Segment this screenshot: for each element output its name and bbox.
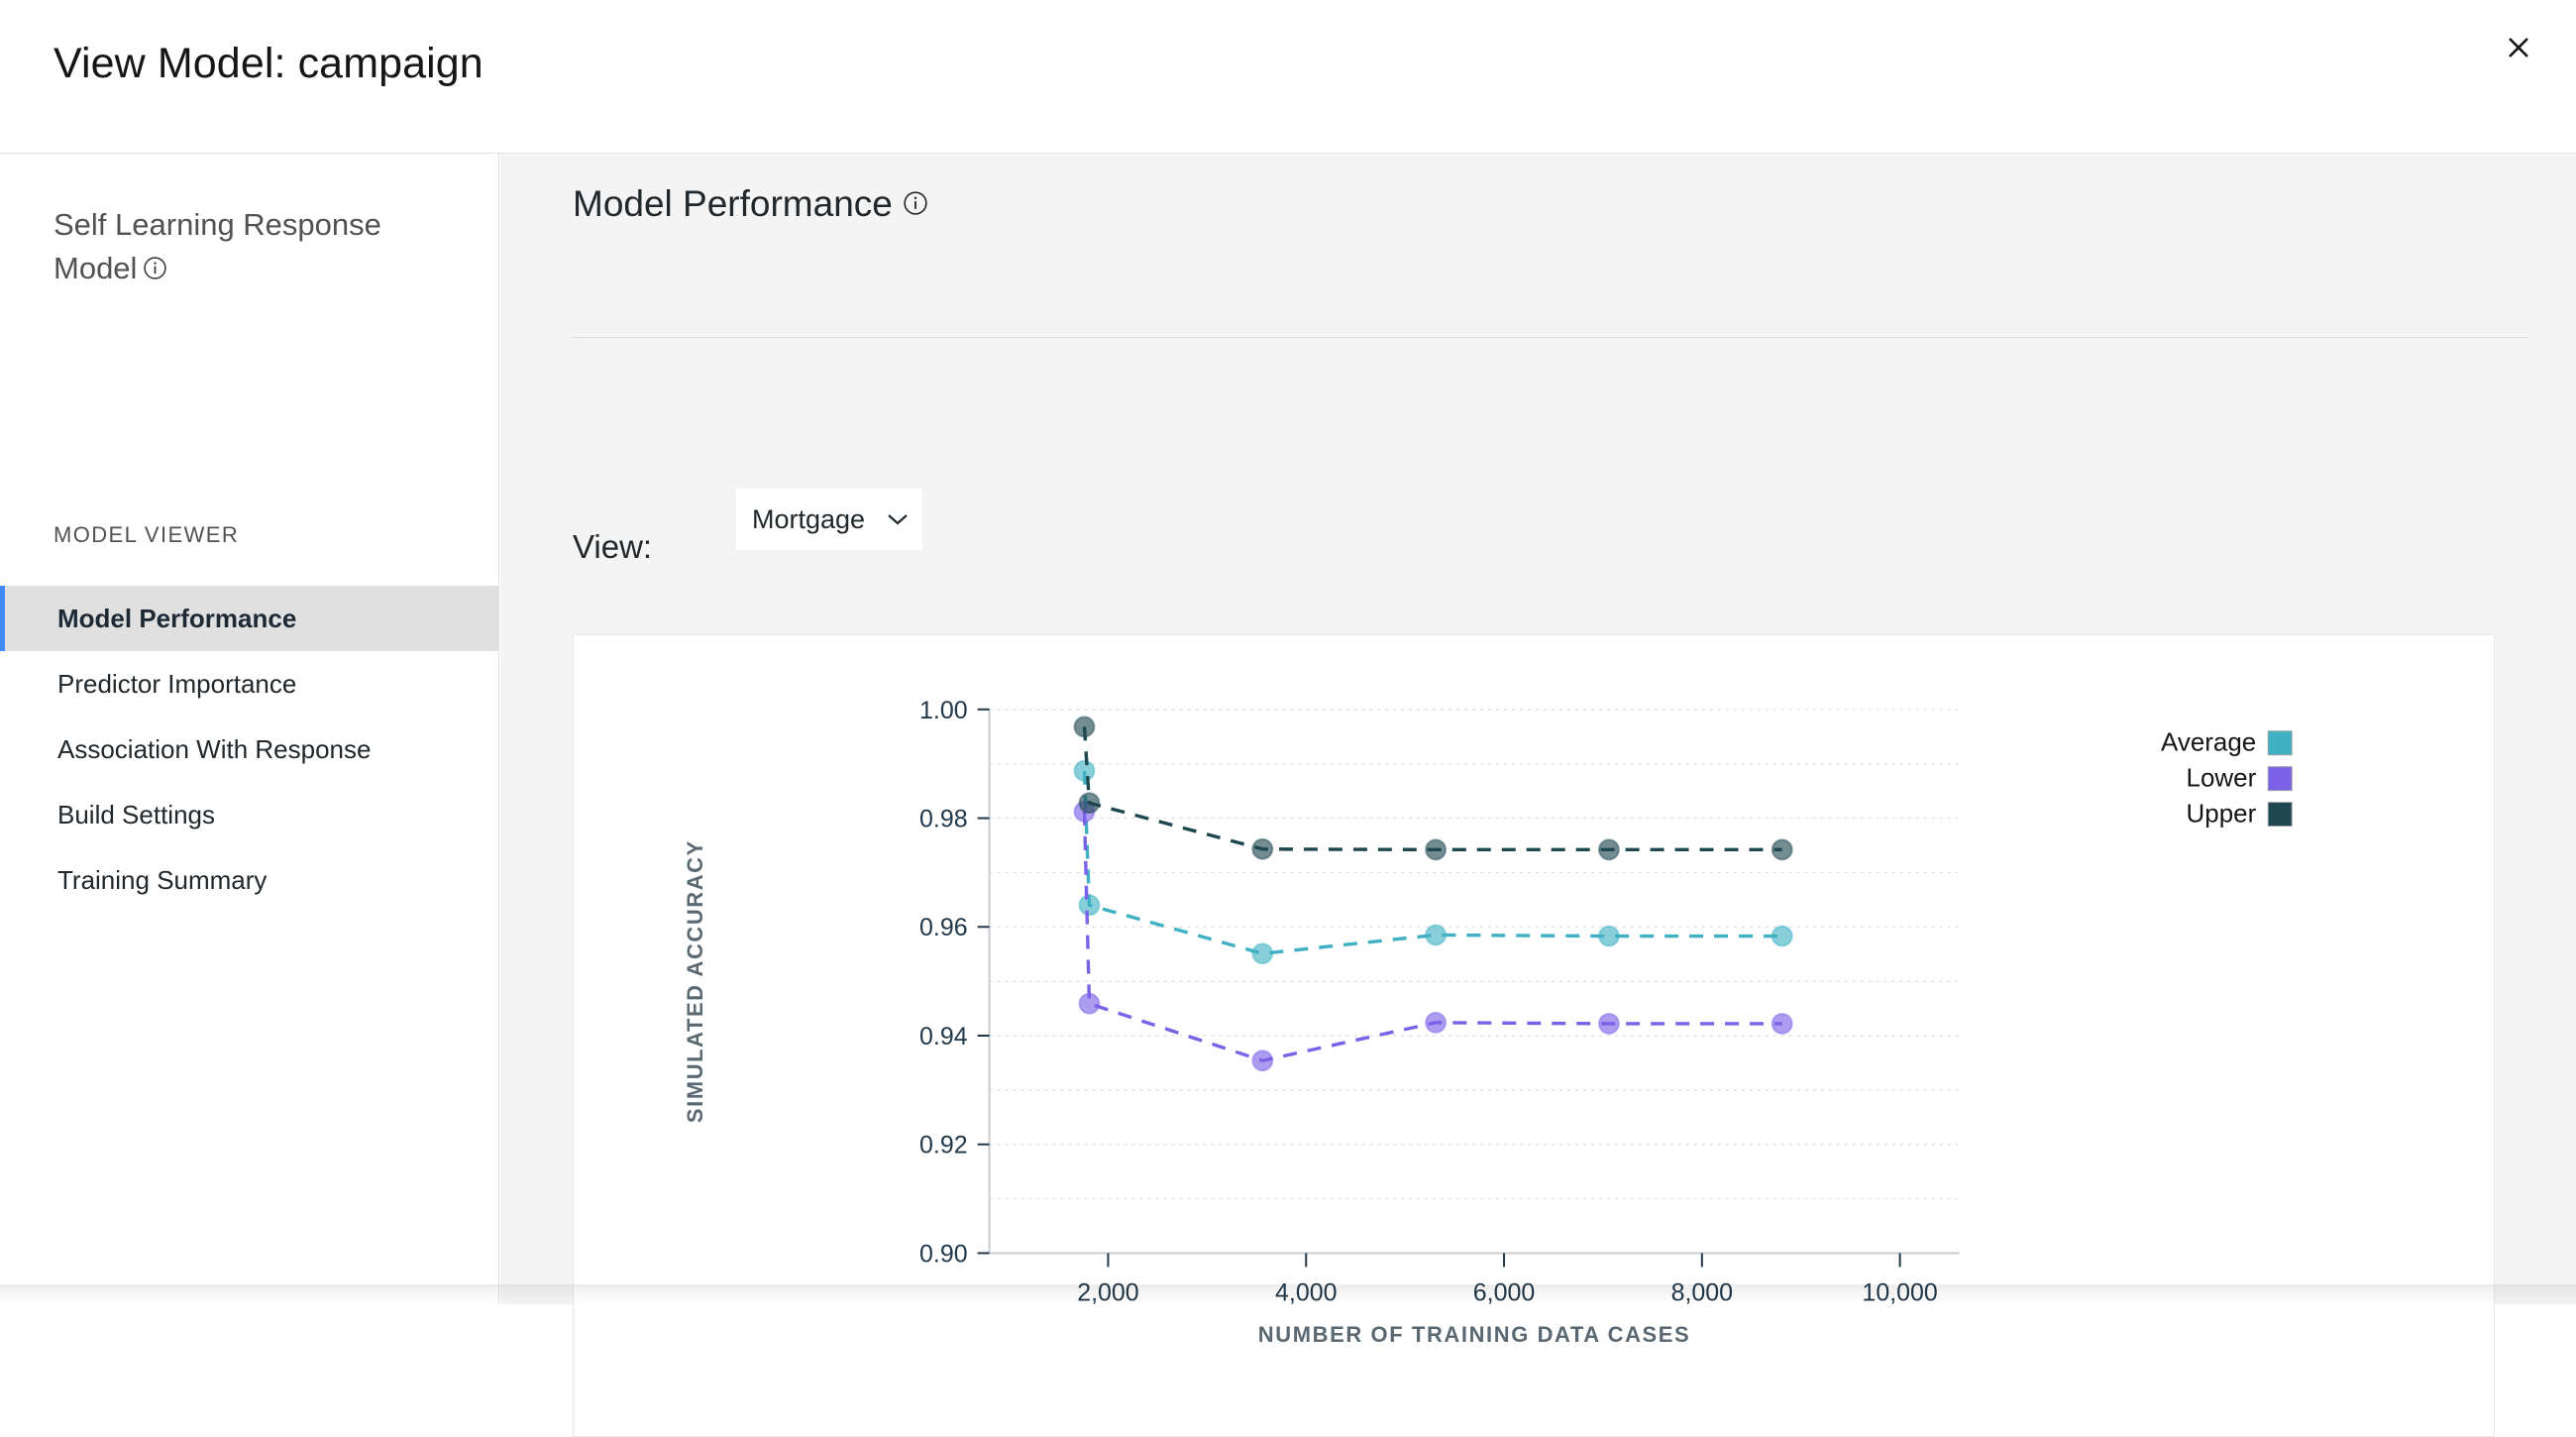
sidebar-heading: Self Learning Response Model	[54, 203, 430, 290]
main-content: Model Performance View: Mortgage 0.90 0.9…	[500, 154, 2576, 1437]
window-header: View Model: campaign	[0, 0, 2576, 154]
data-point-average[interactable]	[1425, 924, 1448, 946]
data-point-upper[interactable]	[1597, 838, 1620, 861]
x-axis-title: NUMBER OF TRAINING DATA CASES	[1258, 1322, 1691, 1347]
sidebar-item-model-performance[interactable]: Model Performance	[0, 586, 499, 651]
header-divider	[573, 337, 2529, 338]
main-section-title: Model Performance	[573, 183, 928, 225]
chart-axes	[977, 708, 1960, 1268]
data-point-average[interactable]	[1597, 925, 1620, 947]
view-dropdown[interactable]: Mortgage	[736, 489, 922, 550]
chart-legend[interactable]: Average Lower Upper	[2161, 729, 2293, 829]
y-axis-tick-label: 0.92	[919, 1132, 968, 1160]
sidebar-item-predictor-importance[interactable]: Predictor Importance	[0, 651, 499, 717]
data-point-lower[interactable]	[1425, 1011, 1448, 1034]
data-point-lower[interactable]	[1597, 1012, 1620, 1035]
info-icon[interactable]	[903, 183, 928, 215]
data-point-lower[interactable]	[1771, 1012, 1793, 1035]
sidebar-item-build-settings[interactable]: Build Settings	[0, 782, 499, 847]
y-axis-tick-label: 0.94	[919, 1023, 968, 1050]
legend-swatch-average[interactable]	[2267, 730, 2293, 756]
sidebar-item-association-with-response[interactable]: Association With Response	[0, 717, 499, 782]
y-axis-tick-label: 0.98	[919, 806, 968, 833]
chart-tick-labels: 0.900.920.940.960.981.002,0004,0006,0008…	[919, 697, 1938, 1307]
data-point-upper[interactable]	[1073, 716, 1096, 738]
legend-swatch-lower[interactable]	[2267, 766, 2293, 792]
chevron-down-icon	[887, 512, 922, 526]
y-axis-tick-label: 0.90	[919, 1240, 968, 1268]
chart-gridlines	[989, 709, 1960, 1255]
sidebar-item-label: Model Performance	[57, 603, 297, 633]
legend-label-average: Average	[2161, 729, 2256, 757]
data-point-average[interactable]	[1251, 942, 1274, 965]
data-point-upper[interactable]	[1771, 838, 1793, 861]
series-line-upper	[1082, 726, 1782, 852]
legend-swatch-upper[interactable]	[2267, 802, 2293, 828]
sidebar: Self Learning Response Model MODEL VIEWE…	[0, 154, 499, 1304]
info-icon[interactable]	[143, 249, 167, 279]
data-point-upper[interactable]	[1251, 837, 1274, 860]
close-icon[interactable]	[2491, 20, 2546, 75]
data-point-upper[interactable]	[1425, 838, 1448, 861]
bottom-shadow	[0, 1284, 2576, 1304]
data-point-upper[interactable]	[1078, 792, 1101, 815]
data-point-lower[interactable]	[1078, 992, 1101, 1015]
page-title: View Model: campaign	[54, 40, 483, 87]
chart-series	[1073, 716, 1793, 1072]
sidebar-item-label: Training Summary	[57, 864, 268, 895]
y-axis-tick-label: 1.00	[919, 697, 968, 724]
main-section-title-text: Model Performance	[573, 183, 893, 224]
legend-label-upper: Upper	[2187, 801, 2257, 829]
sidebar-item-label: Association With Response	[57, 733, 372, 764]
sidebar-item-training-summary[interactable]: Training Summary	[0, 847, 499, 913]
sidebar-item-label: Predictor Importance	[57, 668, 297, 699]
sidebar-nav: Model Performance Predictor Importance A…	[0, 586, 499, 913]
data-point-average[interactable]	[1073, 759, 1096, 782]
data-point-average[interactable]	[1771, 925, 1793, 947]
sidebar-heading-text: Self Learning Response Model	[54, 207, 381, 285]
sidebar-section-label: MODEL VIEWER	[54, 522, 240, 547]
view-label: View:	[573, 528, 653, 565]
sidebar-item-label: Build Settings	[57, 799, 215, 829]
legend-label-lower: Lower	[2187, 765, 2257, 793]
y-axis-title: SIMULATED ACCURACY	[683, 839, 707, 1123]
chart-card: 0.900.920.940.960.981.002,0004,0006,0008…	[573, 634, 2495, 1437]
data-point-lower[interactable]	[1251, 1050, 1274, 1072]
model-performance-chart: 0.900.920.940.960.981.002,0004,0006,0008…	[683, 697, 2293, 1347]
view-dropdown-value: Mortgage	[752, 503, 866, 534]
y-axis-tick-label: 0.96	[919, 914, 968, 941]
data-point-average[interactable]	[1078, 894, 1101, 917]
